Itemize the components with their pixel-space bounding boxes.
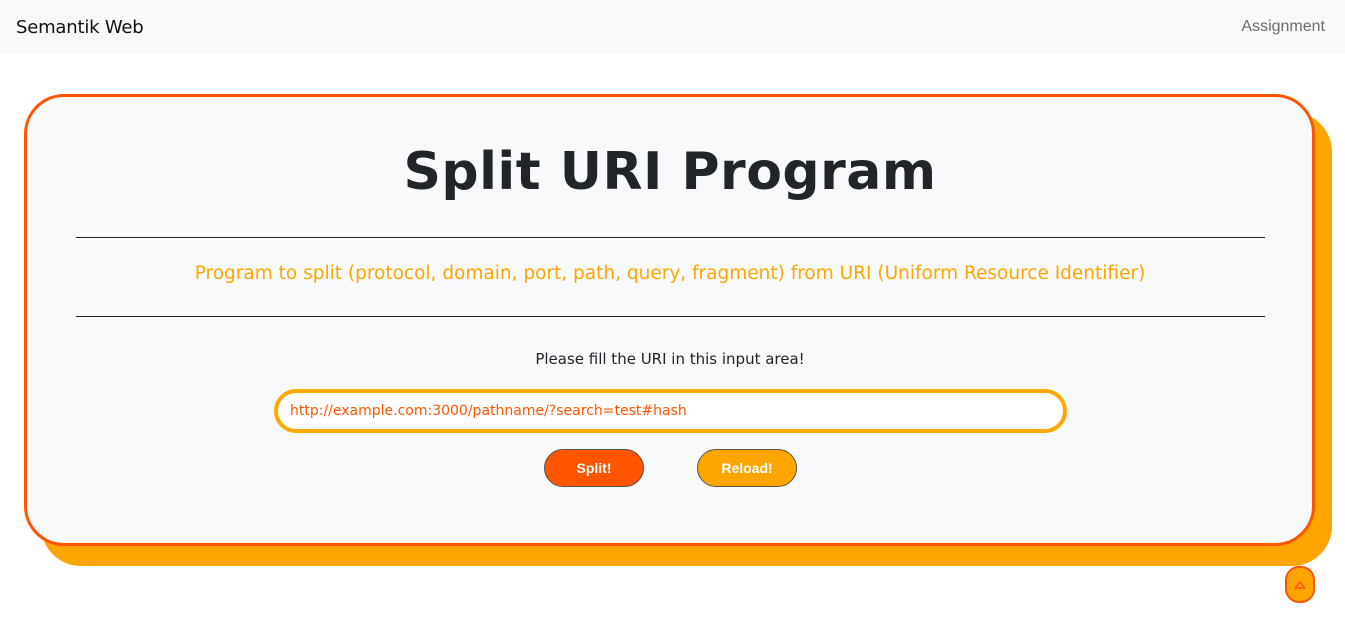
nav-link-assignment[interactable]: Assignment <box>1241 18 1325 36</box>
divider-bottom <box>76 316 1265 317</box>
split-button[interactable]: Split! <box>544 449 644 487</box>
scroll-top-button[interactable] <box>1285 566 1315 603</box>
uri-input[interactable] <box>274 389 1067 433</box>
page-subtitle: Program to split (protocol, domain, port… <box>194 263 1146 284</box>
navbar-brand[interactable]: Semantik Web <box>16 17 144 38</box>
reload-button[interactable]: Reload! <box>697 449 797 487</box>
input-prompt: Please fill the URI in this input area! <box>535 350 805 368</box>
navbar: Semantik Web Assignment <box>0 0 1345 54</box>
chevron-up-icon <box>1294 580 1306 589</box>
page-title: Split URI Program <box>403 142 937 202</box>
divider-top <box>76 237 1265 238</box>
